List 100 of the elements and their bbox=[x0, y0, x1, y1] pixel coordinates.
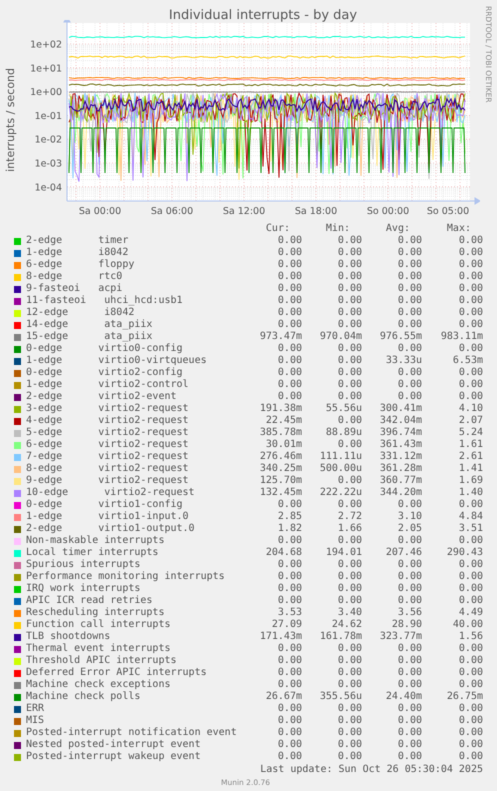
avg-value: 0.00 bbox=[398, 703, 422, 715]
cur-value: 191.38m bbox=[260, 403, 302, 415]
avg-value: 342.04m bbox=[380, 415, 422, 427]
max-value: 40.00 bbox=[452, 619, 483, 631]
avg-value: 0.00 bbox=[398, 595, 422, 607]
max-value: 0.00 bbox=[458, 739, 483, 751]
min-value: 0.00 bbox=[338, 367, 362, 379]
avg-value: 361.28m bbox=[380, 463, 422, 475]
cur-value: 0.00 bbox=[278, 751, 302, 763]
avg-value: 0.00 bbox=[398, 643, 422, 655]
max-value: 0.00 bbox=[458, 295, 483, 307]
cur-value: 0.00 bbox=[278, 559, 302, 571]
y-tick-label: 1e-03 bbox=[34, 158, 62, 170]
avg-value: 0.00 bbox=[398, 499, 422, 511]
avg-value: 360.77m bbox=[380, 475, 422, 487]
cur-value: 0.00 bbox=[278, 583, 302, 595]
min-value: 0.00 bbox=[338, 343, 362, 355]
y-tick-label: 1e+00 bbox=[30, 87, 62, 98]
y-tick-label: 1e+01 bbox=[30, 63, 62, 74]
cur-value: 2.85 bbox=[278, 511, 302, 523]
legend-label: 0-edge virtio0-config bbox=[26, 343, 184, 355]
avg-value: 0.00 bbox=[398, 571, 422, 583]
cur-value: 0.00 bbox=[278, 499, 302, 511]
y-tick-label: 1e+02 bbox=[30, 40, 62, 50]
legend-label: 2-edge virtio1-output.0 bbox=[26, 523, 196, 535]
legend-label: 4-edge virtio2-request bbox=[26, 415, 190, 427]
min-value: 0.00 bbox=[338, 667, 362, 679]
max-value: 0.00 bbox=[458, 319, 483, 331]
avg-value: 344.20m bbox=[380, 487, 422, 499]
legend-label: 2-edge virtio2-event bbox=[26, 391, 178, 403]
max-value: 983.11m bbox=[440, 331, 483, 343]
legend-label: Posted-interrupt wakeup event bbox=[26, 751, 202, 763]
legend-label: 0-edge virtio1-config bbox=[26, 499, 184, 511]
max-value: 0.00 bbox=[458, 571, 483, 583]
avg-value: 976.55m bbox=[380, 331, 422, 343]
min-value: 0.00 bbox=[338, 535, 362, 547]
max-value: 0.00 bbox=[458, 667, 483, 679]
avg-value: 0.00 bbox=[398, 271, 422, 283]
x-tick-label: Sa 00:00 bbox=[78, 206, 122, 217]
legend-label: Threshold APIC interrupts bbox=[26, 655, 178, 667]
avg-value: 0.00 bbox=[398, 367, 422, 379]
avg-value: 0.00 bbox=[398, 559, 422, 571]
max-value: 4.84 bbox=[458, 511, 483, 523]
avg-value: 0.00 bbox=[398, 391, 422, 403]
max-value: 0.00 bbox=[458, 283, 483, 295]
column-header: Avg: bbox=[386, 222, 411, 234]
max-value: 0.00 bbox=[458, 727, 483, 739]
cur-value: 0.00 bbox=[278, 595, 302, 607]
avg-value: 0.00 bbox=[398, 235, 422, 247]
legend-label: Machine check exceptions bbox=[26, 679, 172, 691]
cur-value: 0.00 bbox=[278, 259, 302, 271]
min-value: 0.00 bbox=[338, 715, 362, 727]
max-value: 1.40 bbox=[458, 487, 483, 499]
max-value: 4.10 bbox=[458, 403, 483, 415]
cur-value: 0.00 bbox=[278, 271, 302, 283]
avg-value: 0.00 bbox=[398, 727, 422, 739]
legend-label: 6-edge virtio2-request bbox=[26, 439, 190, 451]
min-value: 0.00 bbox=[338, 583, 362, 595]
max-value: 0.00 bbox=[458, 379, 483, 391]
legend-label: 12-edge i8042 bbox=[26, 307, 136, 319]
y-tick-label: 1e-04 bbox=[34, 182, 62, 194]
avg-value: 0.00 bbox=[398, 259, 422, 271]
min-value: 0.00 bbox=[338, 247, 362, 259]
max-value: 0.00 bbox=[458, 595, 483, 607]
cur-value: 0.00 bbox=[278, 571, 302, 583]
max-value: 0.00 bbox=[458, 655, 483, 667]
min-value: 0.00 bbox=[338, 415, 362, 427]
min-value: 222.22u bbox=[320, 487, 362, 499]
min-value: 0.00 bbox=[338, 475, 362, 487]
legend-label: 15-edge ata_piix bbox=[26, 331, 154, 343]
graph-title: Individual interrupts - by day bbox=[168, 7, 358, 25]
max-value: 3.51 bbox=[458, 523, 483, 535]
min-value: 0.00 bbox=[338, 355, 362, 367]
legend-label: Machine check polls bbox=[26, 691, 142, 703]
min-value: 0.00 bbox=[338, 727, 362, 739]
cur-value: 26.67m bbox=[266, 691, 302, 703]
max-value: 5.24 bbox=[458, 427, 483, 439]
y-tick-label: 1e-01 bbox=[34, 110, 62, 122]
max-value: 0.00 bbox=[458, 583, 483, 595]
avg-value: 0.00 bbox=[398, 379, 422, 391]
legend-label: 0-edge virtio2-config bbox=[26, 367, 184, 379]
cur-value: 0.00 bbox=[278, 283, 302, 295]
legend-label: 1-edge virtio1-input.0 bbox=[26, 511, 190, 523]
min-value: 0.00 bbox=[338, 307, 362, 319]
avg-value: 3.56 bbox=[398, 607, 422, 619]
legend-label: Non-maskable interrupts bbox=[26, 535, 166, 547]
avg-value: 0.00 bbox=[398, 283, 422, 295]
cur-value: 0.00 bbox=[278, 319, 302, 331]
cur-value: 1.82 bbox=[278, 523, 302, 535]
max-value: 0.00 bbox=[458, 307, 483, 319]
avg-value: 0.00 bbox=[398, 751, 422, 763]
avg-value: 28.90 bbox=[392, 619, 422, 631]
avg-value: 24.40m bbox=[386, 691, 422, 703]
cur-value: 0.00 bbox=[278, 703, 302, 715]
avg-value: 331.12m bbox=[380, 451, 422, 463]
y-tick-label: 1e-02 bbox=[34, 134, 62, 146]
avg-value: 0.00 bbox=[398, 247, 422, 259]
avg-value: 33.33u bbox=[386, 355, 422, 367]
cur-value: 132.45m bbox=[260, 487, 302, 499]
legend-label: 10-edge virtio2-request bbox=[26, 487, 196, 499]
